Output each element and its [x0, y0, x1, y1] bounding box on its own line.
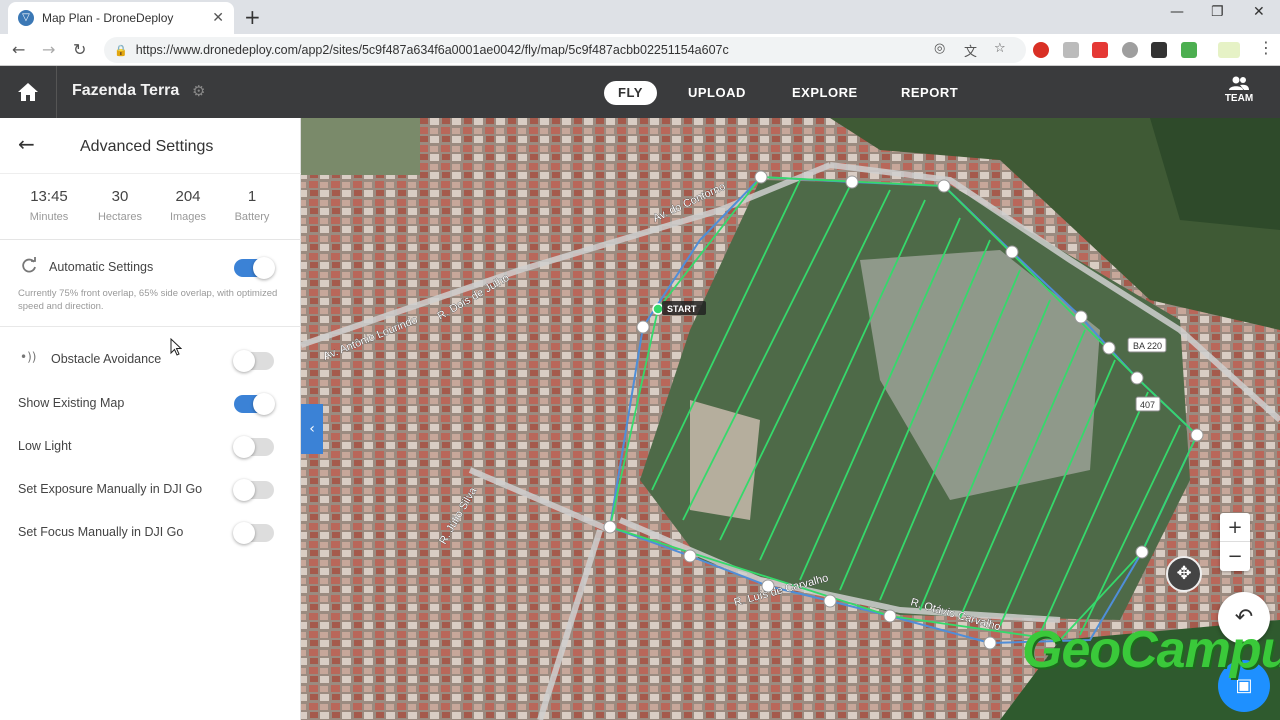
back-icon[interactable]: ←: [12, 40, 25, 59]
stat-value: 204: [175, 188, 201, 205]
site-name: Fazenda Terra: [72, 82, 180, 99]
menu-kebab-icon[interactable]: ⋮: [1258, 38, 1274, 57]
app-header: Fazenda Terra ⚙ FLY UPLOAD EXPLORE REPOR…: [0, 66, 1280, 118]
close-window-icon[interactable]: ✕: [1253, 4, 1265, 20]
panel-header: ← Advanced Settings: [0, 118, 301, 174]
new-tab-icon[interactable]: +: [244, 5, 261, 29]
stat-value: 1: [247, 188, 257, 205]
extension-circle-icon[interactable]: [1122, 42, 1138, 58]
restore-icon[interactable]: ❐: [1211, 4, 1224, 20]
show-existing-map-label: Show Existing Map: [18, 396, 125, 410]
browser-toolbar: ← → ↻ 🔒 https://www.dronedeploy.com/app2…: [0, 34, 1280, 66]
extension-green-icon[interactable]: [1181, 42, 1197, 58]
low-light-label: Low Light: [18, 439, 72, 453]
home-icon: [18, 83, 38, 101]
automatic-settings-label: Automatic Settings: [49, 260, 154, 274]
extension-youtube-icon[interactable]: [1092, 42, 1108, 58]
field-area: [301, 118, 420, 175]
zoom-in-button[interactable]: +: [1220, 513, 1250, 542]
stat-minutes: 13:45 Minutes: [14, 188, 84, 223]
extension-gray-icon[interactable]: [1063, 42, 1079, 58]
forward-icon[interactable]: →: [42, 40, 55, 59]
zoom-out-button[interactable]: −: [1220, 542, 1250, 571]
location-icon[interactable]: ◎: [934, 41, 945, 56]
stat-battery: 1 Battery: [217, 188, 287, 223]
address-bar[interactable]: 🔒 https://www.dronedeploy.com/app2/sites…: [104, 37, 1026, 63]
start-label: START: [667, 304, 697, 314]
automatic-settings-description: Currently 75% front overlap, 65% side ov…: [18, 288, 278, 312]
back-arrow-icon[interactable]: ←: [18, 132, 35, 156]
stat-images: 204 Images: [153, 188, 223, 223]
start-point-icon: [652, 303, 664, 315]
stat-label: Battery: [234, 211, 270, 223]
tab-report[interactable]: REPORT: [901, 81, 958, 105]
browser-tabstrip: ▽ Map Plan - DroneDeploy ✕ + — ❐ ✕: [0, 0, 1280, 34]
minimize-icon[interactable]: —: [1170, 4, 1184, 20]
obstacle-avoidance-label: Obstacle Avoidance: [51, 352, 162, 366]
reload-icon[interactable]: ↻: [73, 40, 86, 59]
extension-dark-icon[interactable]: [1151, 42, 1167, 58]
stat-value: 30: [111, 188, 129, 205]
zoom-control: + −: [1220, 513, 1250, 571]
low-light-toggle[interactable]: [233, 436, 274, 458]
collapse-panel-chevron-icon[interactable]: ‹: [301, 404, 323, 454]
divider: [0, 326, 301, 327]
team-button[interactable]: TEAM: [1216, 76, 1262, 104]
obstacle-sensor-icon: •)): [20, 350, 37, 364]
team-label: TEAM: [1224, 93, 1254, 104]
set-focus-toggle[interactable]: [233, 522, 274, 544]
toggle-knob: [233, 479, 255, 501]
stat-label: Hectares: [97, 211, 143, 223]
stat-label: Images: [169, 211, 207, 223]
move-crosshair-icon[interactable]: ✥: [1166, 556, 1202, 592]
panel-title: Advanced Settings: [80, 138, 214, 155]
set-exposure-toggle[interactable]: [233, 479, 274, 501]
stat-value: 13:45: [30, 188, 68, 205]
auto-refresh-icon: [22, 257, 36, 273]
mouse-cursor-icon: [170, 338, 182, 356]
bookmark-star-icon[interactable]: ☆: [994, 41, 1006, 56]
obstacle-avoidance-toggle[interactable]: [233, 350, 274, 372]
bare-soil: [690, 400, 760, 520]
automatic-settings-toggle[interactable]: [234, 257, 275, 279]
tab-explore[interactable]: EXPLORE: [792, 81, 858, 105]
close-tab-icon[interactable]: ✕: [212, 10, 224, 26]
extension-ruler-icon[interactable]: [1218, 42, 1240, 58]
lock-icon: 🔒: [114, 43, 128, 57]
show-existing-map-toggle[interactable]: [234, 393, 275, 415]
dronedeploy-favicon-icon: ▽: [18, 10, 34, 26]
set-exposure-label: Set Exposure Manually in DJI Go: [18, 482, 203, 496]
site-settings-gear-icon[interactable]: ⚙: [192, 82, 205, 100]
team-icon: [1229, 76, 1249, 90]
advanced-settings-panel: ← Advanced Settings 13:45 Minutes 30 Hec…: [0, 118, 301, 720]
toggle-knob: [233, 436, 255, 458]
tab-upload[interactable]: UPLOAD: [688, 81, 746, 105]
highway-label: BA 220: [1133, 341, 1162, 351]
flight-stats: 13:45 Minutes 30 Hectares 204 Images 1 B…: [0, 174, 301, 240]
geocampus-watermark: GeoCampus: [1022, 621, 1280, 679]
home-button[interactable]: [0, 66, 57, 118]
toggle-knob: [253, 393, 275, 415]
browser-tab[interactable]: ▽ Map Plan - DroneDeploy ✕: [8, 2, 234, 34]
route-label: 407: [1140, 400, 1155, 410]
translate-icon[interactable]: 文: [964, 41, 977, 60]
url-text: https://www.dronedeploy.com/app2/sites/5…: [135, 43, 729, 57]
set-focus-label: Set Focus Manually in DJI Go: [18, 525, 184, 539]
tab-fly[interactable]: FLY: [604, 81, 657, 105]
tab-title: Map Plan - DroneDeploy: [42, 11, 174, 25]
stat-hectares: 30 Hectares: [85, 188, 155, 223]
stat-label: Minutes: [29, 211, 69, 223]
extension-red-icon[interactable]: [1033, 42, 1049, 58]
toggle-knob: [233, 522, 255, 544]
toggle-knob: [253, 257, 275, 279]
toggle-knob: [233, 350, 255, 372]
